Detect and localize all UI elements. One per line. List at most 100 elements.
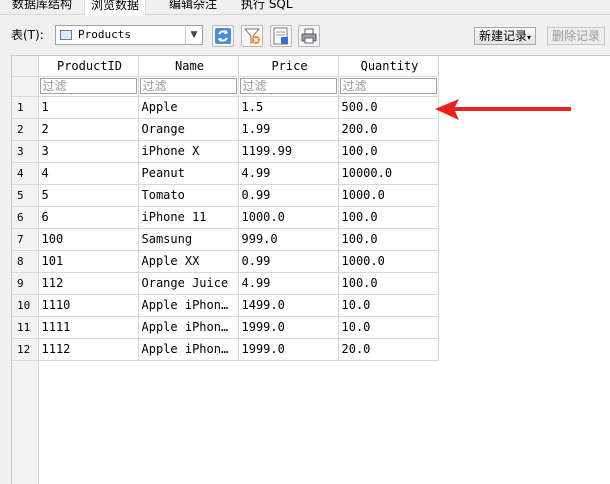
print-button[interactable] [298,25,320,47]
corner-cell [12,56,39,77]
filter-cell-quantity: 过滤 [338,76,439,97]
filter-row-header [12,76,39,97]
table-row[interactable]: 8 101 Apple XX 0.99 1000.0 [12,250,439,273]
cell-name[interactable]: Samsung [138,228,239,251]
table-row[interactable]: 11 1111 Apple iPhon… 1999.0 10.0 [12,316,439,339]
cell-price[interactable]: 1000.0 [238,206,339,229]
cell-name[interactable]: Apple iPhon… [138,294,239,317]
row-number[interactable]: 11 [12,316,39,339]
cell-quantity[interactable]: 10.0 [338,294,439,317]
cell-price[interactable]: 4.99 [238,162,339,185]
cell-price[interactable]: 1999.0 [238,316,339,339]
refresh-button[interactable] [212,25,234,47]
cell-name[interactable]: Apple [138,96,239,119]
cell-productid[interactable]: 5 [38,184,139,207]
cell-price[interactable]: 4.99 [238,272,339,295]
row-number[interactable]: 10 [12,294,39,317]
cell-quantity[interactable]: 20.0 [338,338,439,361]
cell-name[interactable]: Peanut [138,162,239,185]
cell-price[interactable]: 1.5 [238,96,339,119]
row-number[interactable]: 9 [12,272,39,295]
cell-name[interactable]: Orange Juice [138,272,239,295]
row-number[interactable]: 1 [12,96,39,119]
delete-record-button[interactable]: 删除记录 [547,27,606,45]
cell-productid[interactable]: 101 [38,250,139,273]
row-number[interactable]: 5 [12,184,39,207]
cell-price[interactable]: 0.99 [238,250,339,273]
cell-price[interactable]: 1499.0 [238,294,339,317]
cell-price[interactable]: 0.99 [238,184,339,207]
row-number[interactable]: 2 [12,118,39,141]
row-number[interactable]: 4 [12,162,39,185]
tab-execute-sql[interactable]: 执行 SQL [235,0,299,14]
save-table-icon [273,27,288,45]
row-number[interactable]: 7 [12,228,39,251]
cell-name[interactable]: Apple iPhon… [138,338,239,361]
cell-productid[interactable]: 6 [38,206,139,229]
row-number[interactable]: 8 [12,250,39,273]
column-header-price[interactable]: Price [238,56,339,77]
table-row[interactable]: 10 1110 Apple iPhon… 1499.0 10.0 [12,294,439,317]
cell-productid[interactable]: 1 [38,96,139,119]
table-row[interactable]: 9 112 Orange Juice 4.99 100.0 [12,272,439,295]
cell-productid[interactable]: 100 [38,228,139,251]
printer-icon [301,28,317,44]
table-row[interactable]: 3 3 iPhone X 1199.99 100.0 [12,140,439,163]
cell-quantity[interactable]: 10.0 [338,316,439,339]
cell-price[interactable]: 1999.0 [238,338,339,361]
filter-cell-price: 过滤 [238,76,339,97]
table-row[interactable]: 4 4 Peanut 4.99 10000.0 [12,162,439,185]
cell-quantity[interactable]: 1000.0 [338,184,439,207]
cell-name[interactable]: Apple iPhon… [138,316,239,339]
cell-quantity[interactable]: 1000.0 [338,250,439,273]
table-row[interactable]: 6 6 iPhone 11 1000.0 100.0 [12,206,439,229]
filter-input-quantity[interactable]: 过滤 [339,78,437,94]
cell-productid[interactable]: 4 [38,162,139,185]
cell-productid[interactable]: 1111 [38,316,139,339]
cell-quantity[interactable]: 10000.0 [338,162,439,185]
cell-name[interactable]: iPhone X [138,140,239,163]
cell-quantity[interactable]: 200.0 [338,118,439,141]
cell-price[interactable]: 999.0 [238,228,339,251]
clear-filters-button[interactable] [241,25,263,47]
filter-input-productid[interactable]: 过滤 [39,78,137,94]
column-header-name[interactable]: Name [138,56,239,77]
chevron-down-icon[interactable]: ▼ [185,26,202,44]
row-number[interactable]: 3 [12,140,39,163]
table-row[interactable]: 1 1 Apple 1.5 500.0 [12,96,439,119]
cell-productid[interactable]: 1112 [38,338,139,361]
cell-quantity[interactable]: 100.0 [338,206,439,229]
column-header-productid[interactable]: ProductID [38,56,139,77]
new-record-button[interactable]: 新建记录▾ [474,27,537,45]
cell-quantity[interactable]: 500.0 [338,96,439,119]
filter-input-name[interactable]: 过滤 [139,78,237,94]
tab-db-structure[interactable]: 数据库结构 [6,0,78,14]
cell-productid[interactable]: 3 [38,140,139,163]
save-table-button[interactable] [270,25,292,47]
table-row[interactable]: 2 2 Orange 1.99 200.0 [12,118,439,141]
cell-price[interactable]: 1.99 [238,118,339,141]
cell-quantity[interactable]: 100.0 [338,272,439,295]
cell-name[interactable]: iPhone 11 [138,206,239,229]
column-header-quantity[interactable]: Quantity [338,56,439,77]
table-row[interactable]: 12 1112 Apple iPhon… 1999.0 20.0 [12,338,439,361]
cell-productid[interactable]: 2 [38,118,139,141]
tab-browse-data[interactable]: 浏览数据 [84,0,147,16]
cell-productid[interactable]: 112 [38,272,139,295]
cell-productid[interactable]: 1110 [38,294,139,317]
table-select[interactable]: Products ▼ [55,25,203,45]
cell-name[interactable]: Apple XX [138,250,239,273]
cell-name[interactable]: Tomato [138,184,239,207]
filter-input-price[interactable]: 过滤 [239,78,337,94]
dropdown-arrow-icon: ▾ [527,33,532,42]
table-row[interactable]: 7 100 Samsung 999.0 100.0 [12,228,439,251]
row-number[interactable]: 12 [12,338,39,361]
row-number[interactable]: 6 [12,206,39,229]
cell-quantity[interactable]: 100.0 [338,228,439,251]
cell-price[interactable]: 1199.99 [238,140,339,163]
filter-cell-name: 过滤 [138,76,239,97]
table-row[interactable]: 5 5 Tomato 0.99 1000.0 [12,184,439,207]
cell-name[interactable]: Orange [138,118,239,141]
cell-quantity[interactable]: 100.0 [338,140,439,163]
tab-edit-pragmas[interactable]: 编辑杂注 [163,0,223,14]
